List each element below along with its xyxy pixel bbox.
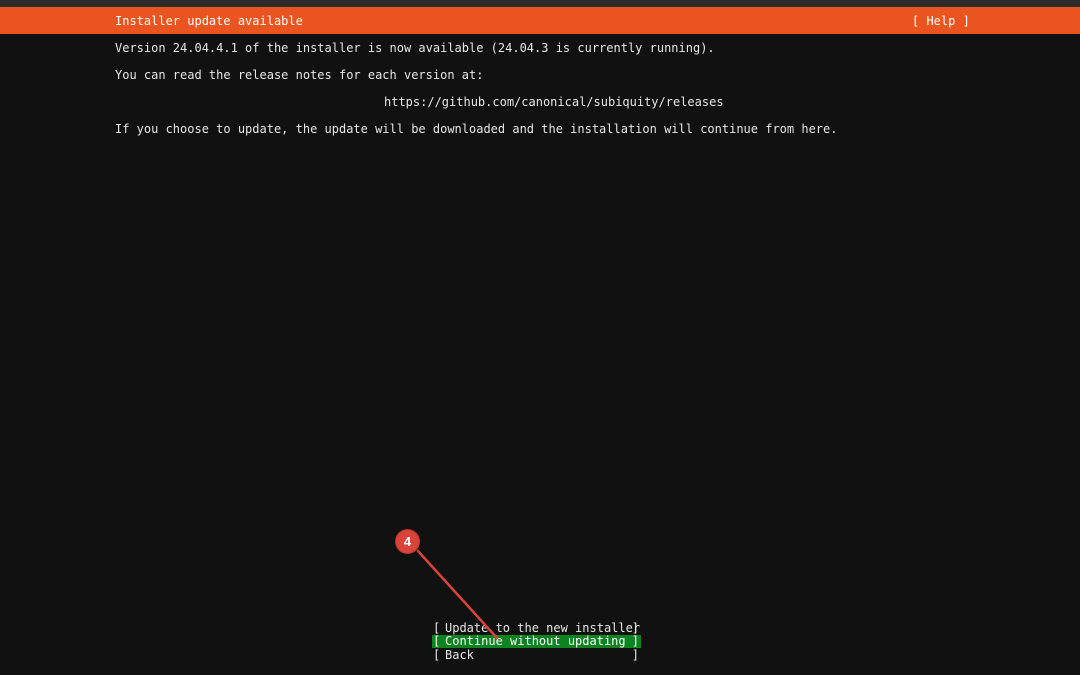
bracket-left: [	[433, 634, 441, 648]
update-explanation: If you choose to update, the update will…	[115, 122, 838, 136]
continue-without-updating-button[interactable]: [ Continue without updating ]	[432, 635, 641, 648]
back-button[interactable]: [ Back ]	[432, 649, 641, 662]
bracket-right: ]	[631, 648, 639, 662]
page-title: Installer update available	[115, 14, 303, 28]
version-message: Version 24.04.4.1 of the installer is no…	[115, 41, 715, 55]
release-notes-url: https://github.com/canonical/subiquity/r…	[384, 95, 724, 109]
button-label: Continue without updating	[445, 634, 626, 648]
button-label: Back	[445, 648, 474, 662]
help-button[interactable]: [ Help ]	[912, 14, 970, 28]
bracket-left: [	[433, 648, 441, 662]
bracket-right: ]	[631, 634, 639, 648]
step-marker: 4	[396, 530, 419, 553]
header-bar: Installer update available [ Help ]	[0, 7, 1080, 34]
window-top-strip	[0, 0, 1080, 7]
release-notes-message: You can read the release notes for each …	[115, 68, 484, 82]
